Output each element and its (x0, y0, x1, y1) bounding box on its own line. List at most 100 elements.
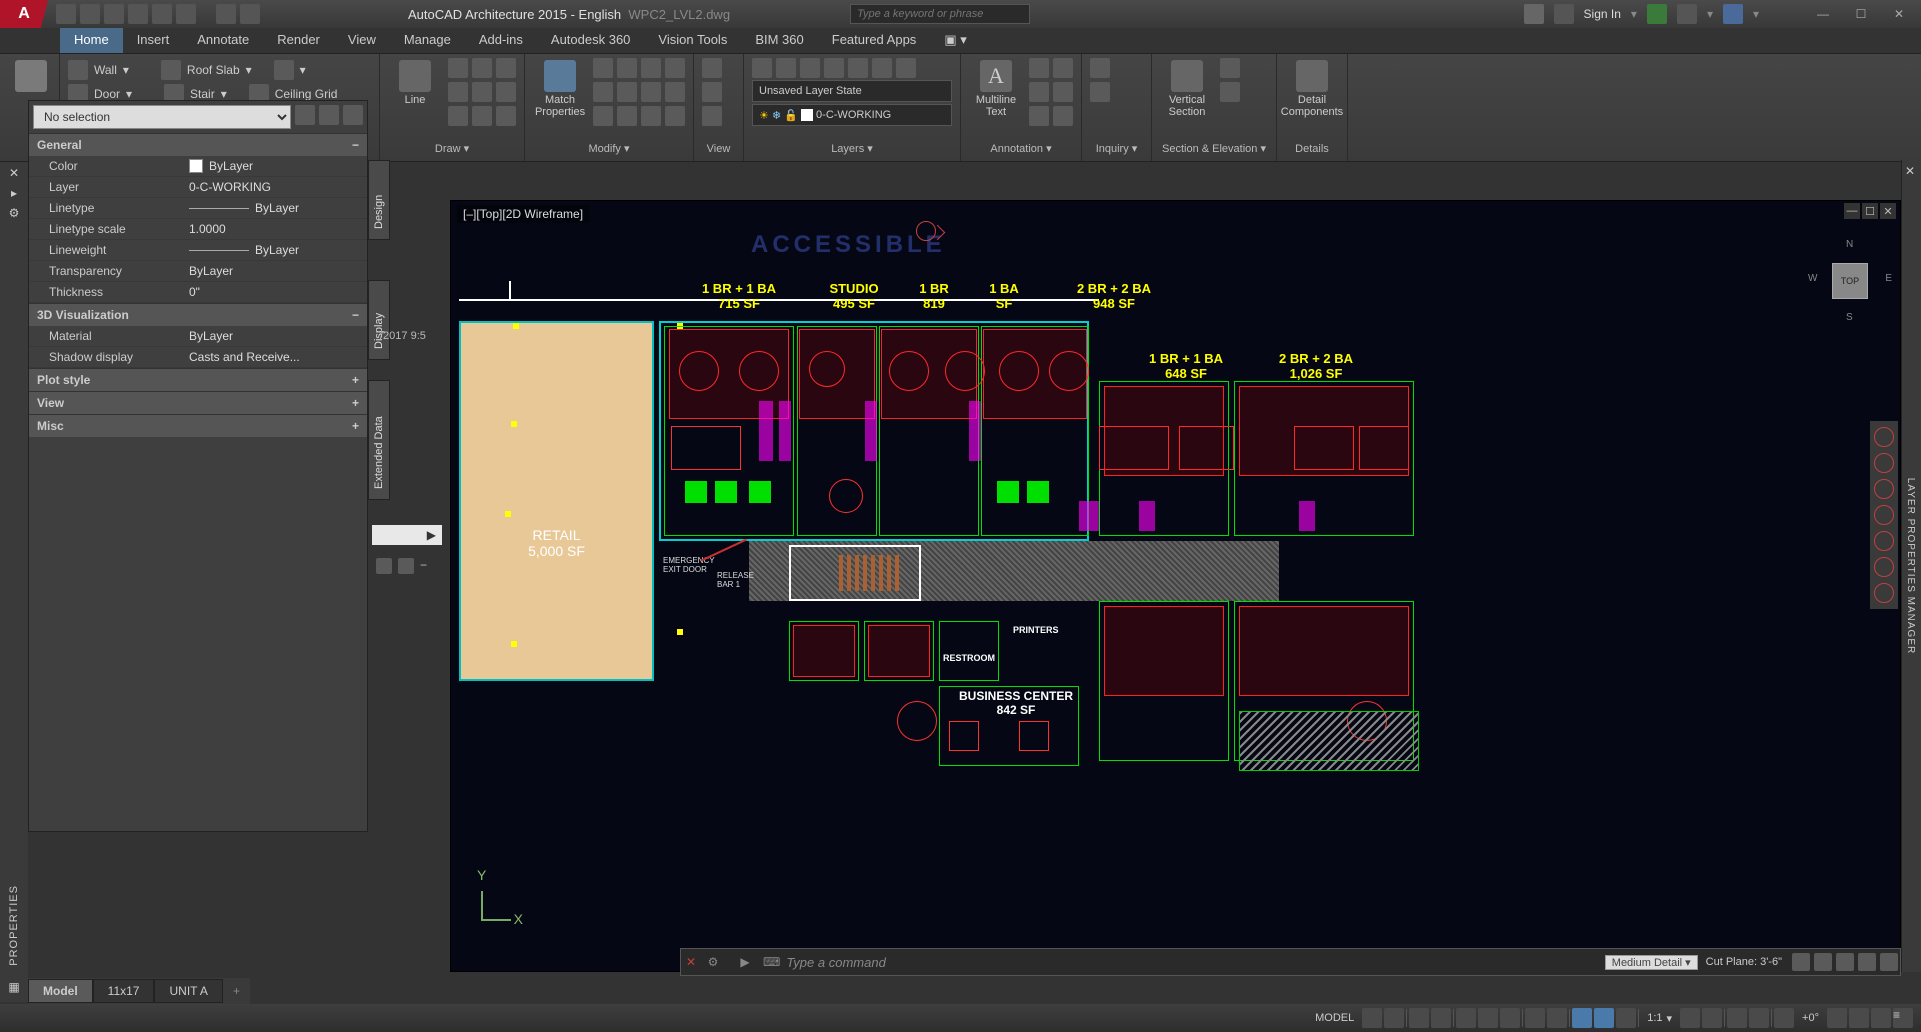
sb-units-icon[interactable] (1774, 1008, 1794, 1028)
sb-monitor-icon[interactable] (1749, 1008, 1769, 1028)
ellipse-icon[interactable] (496, 82, 516, 102)
table-icon[interactable] (1053, 82, 1073, 102)
fillet-icon[interactable] (641, 82, 661, 102)
help-icon[interactable] (1723, 4, 1743, 24)
tab-a360[interactable]: Autodesk 360 (537, 28, 645, 53)
pan-icon[interactable] (1874, 453, 1894, 473)
tab-featured[interactable]: Featured Apps (818, 28, 931, 53)
tool-palette-button[interactable] (4, 58, 58, 94)
qat-new-icon[interactable] (56, 4, 76, 24)
zoom-icon[interactable] (1874, 479, 1894, 499)
sb-dynucs-icon[interactable] (1594, 1008, 1614, 1028)
qat-props-icon[interactable] (240, 4, 260, 24)
sb-infer-icon[interactable] (1616, 1008, 1636, 1028)
section-icon[interactable] (1220, 58, 1240, 78)
cmd-input[interactable]: Type a command (786, 955, 1604, 970)
add-layout-button[interactable]: + (223, 980, 250, 1002)
qat-print-icon[interactable] (128, 4, 148, 24)
cmd-ico5[interactable] (1880, 953, 1898, 971)
roofslab-icon[interactable] (161, 60, 181, 80)
mirror-icon[interactable] (617, 82, 637, 102)
exchange-icon[interactable] (1647, 4, 1667, 24)
cmd-ico1[interactable] (1792, 953, 1810, 971)
dim-linear-icon[interactable] (1029, 58, 1049, 78)
layout-11x17-tab[interactable]: 11x17 (93, 979, 155, 1003)
extend-icon[interactable] (665, 58, 685, 78)
roofslab-button[interactable]: Roof Slab (187, 63, 240, 77)
layer-iso-icon[interactable] (848, 58, 868, 78)
polyline-icon[interactable] (448, 58, 468, 78)
command-line[interactable]: ✕ ⚙ ▶ ⌨ Type a command Medium Detail ▾ C… (680, 948, 1901, 976)
vsection-button[interactable]: Vertical Section (1160, 58, 1214, 120)
sb-isolate-icon[interactable] (1849, 1008, 1869, 1028)
design-tab[interactable]: Design (368, 160, 390, 240)
tab-home[interactable]: Home (60, 28, 123, 53)
boundary-icon[interactable] (472, 106, 492, 126)
a360-icon[interactable] (1677, 4, 1697, 24)
panel-ico1[interactable] (376, 558, 392, 574)
current-layer-combo[interactable]: ☀ ❄ 🔓 0-C-WORKING (752, 104, 952, 126)
app-logo-icon[interactable]: A (0, 0, 48, 28)
qat-save-icon[interactable] (104, 4, 124, 24)
section-general[interactable]: General− (29, 133, 367, 156)
maximize-button[interactable]: ☐ (1847, 4, 1875, 24)
measure-icon[interactable] (1090, 58, 1110, 78)
sb-polar-icon[interactable] (1431, 1008, 1451, 1028)
close-button[interactable]: ✕ (1885, 4, 1913, 24)
line-button[interactable]: Line (388, 58, 442, 108)
offset-icon[interactable] (641, 106, 661, 126)
circle-icon[interactable] (448, 82, 468, 102)
trim-icon[interactable] (641, 58, 661, 78)
help-search-input[interactable] (850, 4, 1030, 24)
sb-clean-icon[interactable] (1871, 1008, 1891, 1028)
layer-props-icon[interactable] (752, 58, 772, 78)
layer-unisolate-icon[interactable] (872, 58, 892, 78)
dim-aligned-icon[interactable] (1053, 58, 1073, 78)
vp-max-button[interactable]: ☐ (1862, 203, 1878, 219)
prop-ltscale[interactable]: Linetype scale1.0000 (29, 219, 367, 240)
ceiling-button[interactable]: Ceiling Grid (275, 87, 338, 101)
prop-layer[interactable]: Layer0-C-WORKING (29, 177, 367, 198)
sb-model-button[interactable]: MODEL (1309, 1007, 1360, 1029)
lm-close-icon[interactable]: ✕ (1905, 164, 1919, 178)
prop-shadow[interactable]: Shadow displayCasts and Receive... (29, 347, 367, 368)
selectobj-icon[interactable] (319, 105, 339, 125)
door-button[interactable]: Door (94, 87, 120, 101)
nav-more-icon[interactable] (1874, 583, 1894, 603)
prop-lineweight[interactable]: LineweightByLayer (29, 240, 367, 261)
section-plot[interactable]: Plot style+ (29, 368, 367, 391)
sb-grid-icon[interactable] (1362, 1008, 1382, 1028)
cut-plane-label[interactable]: Cut Plane: 3'-6" (1698, 956, 1790, 968)
display-tab[interactable]: Display (368, 280, 390, 360)
arc-icon[interactable] (472, 58, 492, 78)
minimize-button[interactable]: — (1809, 4, 1837, 24)
tab-bim360[interactable]: BIM 360 (741, 28, 817, 53)
layout-unita-tab[interactable]: UNIT A (154, 979, 222, 1003)
prop-transparency[interactable]: TransparencyByLayer (29, 261, 367, 282)
tag-icon[interactable] (1029, 106, 1049, 126)
fullnav-icon[interactable] (1874, 427, 1894, 447)
qat-undo-icon[interactable] (152, 4, 172, 24)
view-next-icon[interactable] (702, 82, 722, 102)
panel-menu-icon[interactable]: ▦ (6, 980, 22, 996)
leader-icon[interactable] (1029, 82, 1049, 102)
sb-otrack-icon[interactable] (1500, 1008, 1520, 1028)
keynote-icon[interactable] (1053, 106, 1073, 126)
rect-icon[interactable] (496, 58, 516, 78)
sb-cycle-icon[interactable] (1572, 1008, 1592, 1028)
sb-hardware-icon[interactable] (1827, 1008, 1847, 1028)
extdata-tab[interactable]: Extended Data (368, 380, 390, 500)
autohide-icon[interactable]: ▸ (6, 186, 22, 202)
signin-link[interactable]: Sign In (1584, 7, 1621, 21)
qat-open-icon[interactable] (80, 4, 100, 24)
user-icon[interactable] (1554, 4, 1574, 24)
sb-annovis-icon[interactable] (1702, 1008, 1722, 1028)
prop-linetype[interactable]: LinetypeByLayer (29, 198, 367, 219)
cmd-ico4[interactable] (1858, 953, 1876, 971)
match-props-button[interactable]: Match Properties (533, 58, 587, 120)
elevation-icon[interactable] (1220, 82, 1240, 102)
list-icon[interactable] (1090, 82, 1110, 102)
sb-custom-icon[interactable]: ≡ (1893, 1008, 1913, 1028)
quickselect-icon[interactable] (295, 105, 315, 125)
vp-min-button[interactable]: — (1844, 203, 1860, 219)
